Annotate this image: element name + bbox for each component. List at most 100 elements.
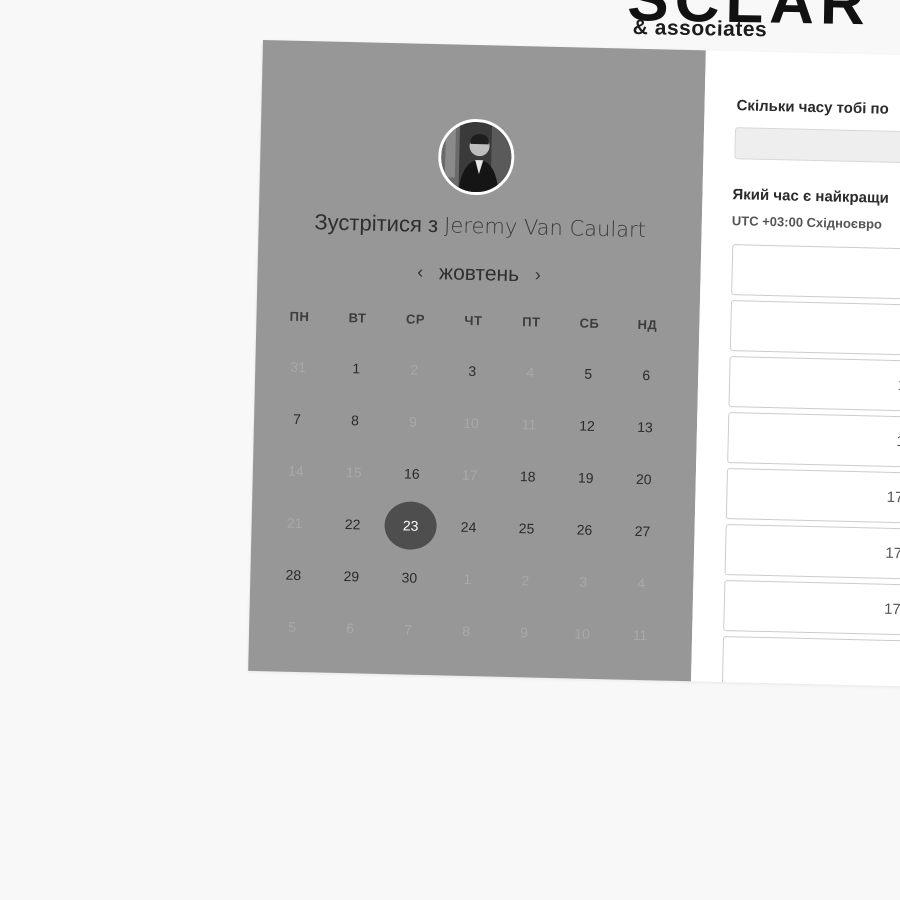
calendar-day-number: 1 (463, 570, 472, 588)
calendar-day-number: 23 (402, 517, 419, 534)
calendar-day-number: 30 (401, 569, 418, 586)
duration-question: Скільки часу тобі по (736, 97, 889, 118)
time-slot-button[interactable]: 17 (725, 468, 900, 525)
calendar-day-number: 2 (410, 361, 419, 378)
time-slot-button[interactable]: 1 (728, 356, 900, 413)
weekday-label: СБ (579, 315, 600, 331)
calendar-day[interactable]: 26 (555, 503, 614, 556)
calendar-day-number: 22 (344, 516, 361, 533)
calendar-day: 15 (324, 446, 383, 499)
booking-card: Зустрітися з Jeremy Van Caulart ‹ жовтен… (248, 40, 900, 688)
weekday-header: ПН ВТ СР ЧТ ПТ СБ НД (270, 308, 676, 333)
time-slot-button[interactable]: 1 (727, 412, 900, 469)
calendar-day-number: 3 (468, 362, 477, 380)
time-slot-button[interactable]: 1 (729, 300, 900, 357)
calendar-day-number: 4 (637, 574, 646, 592)
weekday-label: ВТ (348, 310, 367, 326)
weekday-label: СР (405, 311, 426, 327)
calendar-day-number: 28 (285, 566, 302, 584)
time-slot-button[interactable]: 1 (731, 244, 900, 301)
calendar-day-number: 7 (292, 410, 302, 427)
calendar-day-number: 10 (574, 625, 591, 642)
calendar-day-selected[interactable]: 23 (381, 499, 440, 552)
calendar-day-number: 12 (579, 417, 595, 434)
calendar-day: 31 (269, 340, 328, 393)
calendar-day-number: 8 (350, 412, 360, 429)
calendar-day: 9 (495, 606, 554, 659)
calendar-day: 9 (383, 395, 442, 448)
calendar-day[interactable]: 24 (439, 500, 498, 553)
host-photo-icon (440, 121, 513, 193)
calendar-day-number: 19 (577, 469, 594, 486)
calendar-day-number: 6 (346, 620, 355, 637)
calendar-day-number: 6 (642, 367, 651, 384)
calendar-day: 21 (265, 496, 324, 549)
calendar-day-number: 27 (634, 522, 651, 540)
calendar-day: 10 (441, 396, 500, 449)
weekday-label: ПН (289, 308, 310, 325)
page: SCLAR & associates Зустрітися з Jeremy V… (0, 0, 900, 900)
calendar-day-number: 14 (287, 462, 304, 480)
calendar-day[interactable]: 3 (443, 344, 502, 397)
calendar-day[interactable]: 18 (498, 450, 557, 503)
calendar-day[interactable]: 22 (323, 498, 382, 551)
calendar-day-number: 15 (345, 464, 362, 481)
calendar-day[interactable]: 6 (617, 348, 676, 401)
calendar-day: 6 (321, 602, 380, 655)
calendar-day-number: 3 (579, 573, 588, 590)
calendar-day[interactable]: 29 (322, 550, 381, 603)
chevron-right-icon[interactable]: › (525, 264, 551, 286)
calendar-day[interactable]: 5 (559, 347, 618, 400)
host-avatar (437, 118, 516, 196)
chevron-left-icon[interactable]: ‹ (407, 261, 433, 283)
weekday-label: ЧТ (464, 312, 483, 329)
calendar-day-number: 1 (352, 360, 361, 377)
calendar-day[interactable]: 19 (556, 451, 615, 504)
calendar-day-number: 9 (520, 624, 529, 641)
calendar-day-number: 5 (288, 618, 297, 635)
time-slot-button[interactable]: 17 (723, 580, 900, 637)
calendar-day[interactable]: 25 (497, 502, 556, 555)
calendar-day: 8 (437, 604, 496, 657)
calendar-day-number: 10 (463, 414, 480, 432)
calendar-day-number: 20 (635, 470, 652, 488)
calendar-day-number: 29 (343, 568, 360, 585)
calendar-day: 4 (501, 346, 560, 399)
calendar-day: 10 (552, 607, 611, 660)
calendar-day: 14 (266, 444, 325, 497)
time-question: Який час є найкращи (732, 186, 890, 207)
calendar-day[interactable]: 28 (264, 548, 323, 601)
calendar-day[interactable]: 16 (382, 447, 441, 500)
month-label: жовтень (438, 261, 520, 287)
calendar-panel: Зустрітися з Jeremy Van Caulart ‹ жовтен… (248, 40, 706, 682)
calendar-day: 1 (438, 552, 497, 605)
calendar-days-grid: 31 1 2 3 4 5 6 7 8 9 10 11 12 13 14 15 16 17 18 19 20 21 22 23 2… (263, 340, 676, 661)
time-slot-button[interactable] (721, 636, 900, 688)
calendar-day-number: 13 (637, 418, 653, 436)
calendar-day[interactable]: 7 (267, 392, 326, 445)
calendar-day-number: 4 (526, 364, 535, 381)
booking-panel: Скільки часу тобі по 3 Який час є найкра… (691, 50, 900, 688)
calendar-day-number: 16 (403, 465, 420, 482)
calendar-day-number: 18 (519, 468, 536, 485)
calendar-day[interactable]: 8 (325, 394, 384, 447)
time-slot-button[interactable]: 17 (724, 524, 900, 581)
calendar-day: 11 (499, 398, 558, 451)
calendar-day[interactable]: 27 (613, 504, 672, 557)
duration-select[interactable]: 3 (734, 127, 900, 165)
calendar-day: 17 (440, 448, 499, 501)
calendar-day-number: 26 (576, 521, 593, 538)
calendar-day-number: 5 (584, 365, 593, 382)
calendar-day: 7 (379, 603, 438, 656)
calendar-day[interactable]: 20 (614, 452, 673, 505)
time-slot-list: 1 1 1 1 17 17 17 (721, 244, 900, 688)
calendar-day[interactable]: 30 (380, 551, 439, 604)
meet-prefix: Зустрітися з (314, 209, 439, 238)
calendar-day[interactable]: 1 (327, 342, 386, 395)
calendar-day-number: 17 (461, 466, 478, 484)
calendar-day[interactable]: 12 (557, 399, 616, 452)
weekday-label: НД (637, 316, 658, 333)
calendar-day[interactable]: 13 (615, 400, 674, 453)
calendar-day-number: 11 (521, 416, 537, 433)
calendar-day-number: 9 (408, 413, 418, 430)
